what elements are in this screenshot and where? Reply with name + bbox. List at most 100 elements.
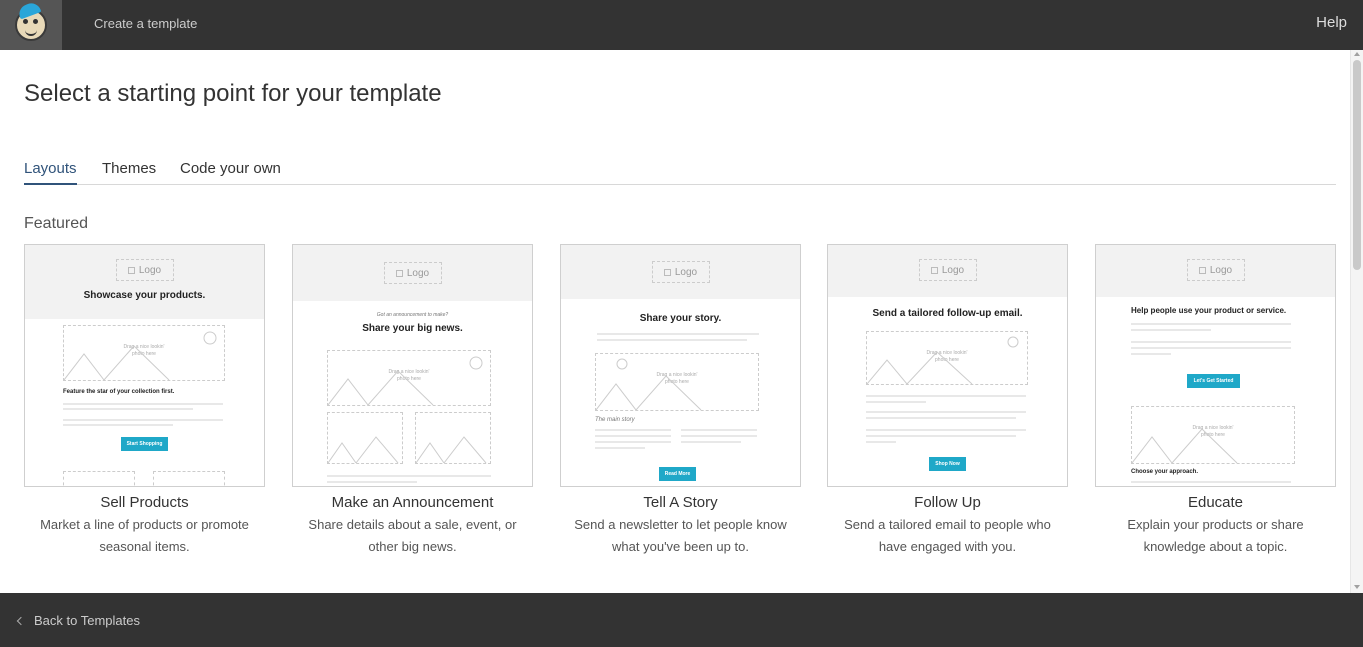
mountain-icon [328, 436, 399, 463]
mountain-icon [867, 336, 1019, 384]
preview-header [25, 245, 264, 319]
preview-image-placeholder: Drag a nice lookin' photo here [866, 331, 1028, 385]
template-card-follow-up[interactable]: Logo Send a tailored follow-up email. Dr… [827, 244, 1068, 558]
section-featured: Featured [24, 215, 89, 232]
card-title[interactable]: Educate [1095, 494, 1336, 511]
preview-text-line [866, 435, 1016, 437]
preview-text-line [597, 339, 747, 341]
scroll-up-icon[interactable] [1354, 52, 1360, 56]
main-content: Select a starting point for your templat… [0, 50, 1350, 593]
preview-text-line [866, 429, 1026, 431]
preview-text-line [681, 429, 757, 431]
preview-text-line [1131, 323, 1291, 325]
preview-logo: Logo [1186, 259, 1245, 281]
scroll-down-icon[interactable] [1354, 585, 1360, 589]
template-preview[interactable]: Logo Showcase your products. Drag a nice… [24, 244, 265, 487]
preview-image-placeholder [153, 471, 225, 486]
image-icon [395, 269, 403, 277]
preview-subtitle: The main story [595, 417, 635, 423]
preview-logo-text: Logo [138, 264, 162, 276]
tab-themes[interactable]: Themes [102, 160, 156, 185]
help-link[interactable]: Help [1316, 14, 1347, 31]
preview-text-line [1131, 329, 1211, 331]
tab-code-your-own[interactable]: Code your own [180, 160, 281, 185]
image-icon [127, 266, 135, 274]
preview-subheading: Choose your approach. [1131, 469, 1199, 475]
preview-text-line [595, 441, 671, 443]
preview-logo: Logo [115, 259, 174, 281]
card-description: Send a tailored email to people who have… [844, 517, 1051, 554]
template-card-educate[interactable]: Logo Help people use your product or ser… [1095, 244, 1336, 558]
footer-bar: Back to Templates [0, 593, 1363, 647]
chevron-left-icon [16, 616, 26, 625]
mountain-icon [596, 358, 702, 410]
preview-image-placeholder [327, 412, 403, 464]
image-icon [1198, 266, 1206, 274]
mailchimp-logo[interactable] [0, 0, 62, 50]
preview-logo: Logo [383, 262, 442, 284]
top-bar: Create a template Help [0, 0, 1363, 50]
mountain-icon [64, 331, 217, 380]
card-description: Market a line of products or promote sea… [40, 517, 249, 554]
tab-bar: Layouts Themes Code your own [24, 160, 1336, 185]
card-title[interactable]: Sell Products [24, 494, 265, 511]
preview-logo-text: Logo [941, 264, 965, 276]
preview-text-line [63, 403, 223, 405]
preview-heading: Share your story. [639, 313, 722, 324]
image-icon [663, 268, 671, 276]
preview-button: Start Shopping [121, 437, 168, 451]
preview-text-line [1131, 341, 1291, 343]
card-description: Share details about a sale, event, or ot… [308, 517, 517, 554]
preview-heading: Showcase your products. [83, 290, 206, 301]
preview-button: Shop Now [929, 457, 966, 471]
preview-text-line [327, 475, 491, 477]
preview-heading: Send a tailored follow-up email. [872, 308, 1023, 319]
preview-heading: Help people use your product or service. [1131, 306, 1287, 315]
preview-image-placeholder [415, 412, 491, 464]
template-card-make-an-announcement[interactable]: Logo Got an announcement to make? Share … [292, 244, 533, 558]
preview-text-line [1131, 481, 1291, 483]
preview-image-placeholder: Drag a nice lookin' photo here [595, 353, 759, 411]
preview-image-placeholder: Drag a nice lookin' photo here [327, 350, 491, 406]
preview-logo-text: Logo [406, 267, 430, 279]
mountain-icon [416, 436, 487, 463]
card-title[interactable]: Follow Up [827, 494, 1068, 511]
page-title: Select a starting point for your templat… [24, 80, 442, 107]
preview-text-line [1131, 347, 1291, 349]
preview-text-line [595, 447, 645, 449]
template-preview[interactable]: Logo Share your story. Drag a nice looki… [560, 244, 801, 487]
card-title[interactable]: Tell A Story [560, 494, 801, 511]
preview-logo-text: Logo [674, 266, 698, 278]
preview-button: Let's Get Started [1187, 374, 1240, 388]
mountain-icon [1132, 428, 1238, 463]
preview-subheading: Feature the star of your collection firs… [63, 389, 175, 395]
template-preview[interactable]: Logo Send a tailored follow-up email. Dr… [827, 244, 1068, 487]
preview-image-placeholder: Drag a nice lookin' photo here [63, 325, 225, 381]
card-title[interactable]: Make an Announcement [292, 494, 533, 511]
preview-button: Read More [659, 467, 696, 481]
preview-image-placeholder [63, 471, 135, 486]
preview-text-line [681, 441, 741, 443]
back-label: Back to Templates [34, 613, 140, 628]
preview-text-line [866, 441, 896, 443]
preview-subtitle: Got an announcement to make? [376, 312, 449, 318]
template-preview[interactable]: Logo Help people use your product or ser… [1095, 244, 1336, 487]
preview-text-line [866, 401, 926, 403]
card-description: Explain your products or share knowledge… [1127, 517, 1304, 554]
vertical-scrollbar[interactable] [1350, 50, 1363, 593]
image-icon [930, 266, 938, 274]
preview-text-line [1131, 353, 1171, 355]
preview-logo: Logo [918, 259, 977, 281]
preview-text-line [595, 429, 671, 431]
card-description: Send a newsletter to let people know wha… [574, 517, 787, 554]
scrollbar-thumb[interactable] [1353, 60, 1361, 270]
template-preview[interactable]: Logo Got an announcement to make? Share … [292, 244, 533, 487]
preview-text-line [597, 333, 759, 335]
mountain-icon [328, 356, 483, 405]
back-to-templates-link[interactable]: Back to Templates [16, 613, 140, 628]
template-card-sell-products[interactable]: Logo Showcase your products. Drag a nice… [24, 244, 265, 558]
preview-text-line [866, 395, 1026, 397]
template-card-tell-a-story[interactable]: Logo Share your story. Drag a nice looki… [560, 244, 801, 558]
preview-logo: Logo [651, 261, 710, 283]
tab-layouts[interactable]: Layouts [24, 160, 77, 185]
